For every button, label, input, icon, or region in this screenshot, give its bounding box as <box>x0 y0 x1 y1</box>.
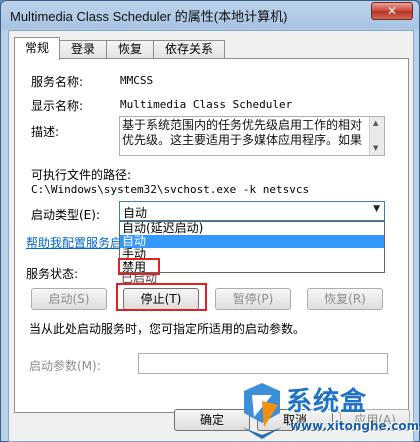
dropdown-option[interactable]: 手动 <box>120 248 384 261</box>
description-box[interactable]: 基于系统范围内的任务优先级启用工作的相对优先级。这主要适用于多媒体应用程序。如果… <box>119 116 385 156</box>
description-scrollbar[interactable]: ▲ ▼ <box>369 117 384 155</box>
tab-dependencies[interactable]: 依存关系 <box>153 40 225 59</box>
tab-general[interactable]: 常规 <box>14 37 60 60</box>
properties-dialog: Multimedia Class Scheduler 的属性(本地计算机) ✕ … <box>0 0 420 442</box>
scroll-up-icon[interactable]: ▲ <box>373 119 378 127</box>
title-bar[interactable]: Multimedia Class Scheduler 的属性(本地计算机) ✕ <box>1 1 419 29</box>
watermark-url: www.xitonghe.com <box>290 419 420 433</box>
dropdown-option[interactable]: 禁用 <box>120 261 384 274</box>
start-params-hint: 当从此处启动服务时，您可指定所适用的启动参数。 <box>29 322 306 336</box>
service-name-value: MMCSS <box>120 74 154 87</box>
service-status-label: 服务状态: <box>26 267 79 281</box>
watermark-brand: 系统盒 <box>286 387 368 417</box>
display-name-value: Multimedia Class Scheduler <box>120 98 293 111</box>
help-configure-link[interactable]: 帮助我配置服务启动 <box>26 234 134 251</box>
scroll-down-icon[interactable]: ▼ <box>373 144 378 152</box>
start-params-label: 启动参数(M): <box>29 359 101 373</box>
description-text: 基于系统范围内的任务优先级启用工作的相对优先级。这主要适用于多媒体应用程序。如果 <box>122 118 363 147</box>
start-button[interactable]: 启动(S) <box>31 288 107 310</box>
startup-type-dropdown: 自动(延迟启动) 自动 手动 禁用 <box>119 221 385 274</box>
display-name-label: 显示名称: <box>31 99 84 113</box>
resume-button[interactable]: 恢复(R) <box>307 288 383 310</box>
window-title: Multimedia Class Scheduler 的属性(本地计算机) <box>10 9 288 24</box>
site-watermark: 系统盒 www.xitonghe.com <box>238 381 420 442</box>
dropdown-option-selected[interactable]: 自动 <box>120 235 384 248</box>
dropdown-option[interactable]: 自动(延迟启动) <box>120 222 384 235</box>
pause-button[interactable]: 暂停(P) <box>215 288 291 310</box>
tab-logon[interactable]: 登录 <box>59 40 107 59</box>
exec-path-value: C:\Windows\system32\svchost.exe -k netsv… <box>31 183 310 196</box>
startup-type-label: 启动类型(E): <box>31 208 100 222</box>
start-params-input[interactable] <box>138 353 388 374</box>
description-label: 描述: <box>31 125 60 139</box>
tab-recovery[interactable]: 恢复 <box>106 40 154 59</box>
close-button[interactable]: ✕ <box>371 2 413 20</box>
close-icon: ✕ <box>386 4 398 18</box>
startup-type-select[interactable]: 自动 ▼ <box>119 201 385 221</box>
exec-path-label: 可执行文件的路径: <box>31 168 132 182</box>
service-name-label: 服务名称: <box>31 75 84 89</box>
chevron-down-icon[interactable]: ▼ <box>373 204 380 214</box>
startup-type-value: 自动 <box>123 206 148 220</box>
stop-button[interactable]: 停止(T) <box>123 288 199 310</box>
watermark-logo-icon <box>242 383 282 439</box>
